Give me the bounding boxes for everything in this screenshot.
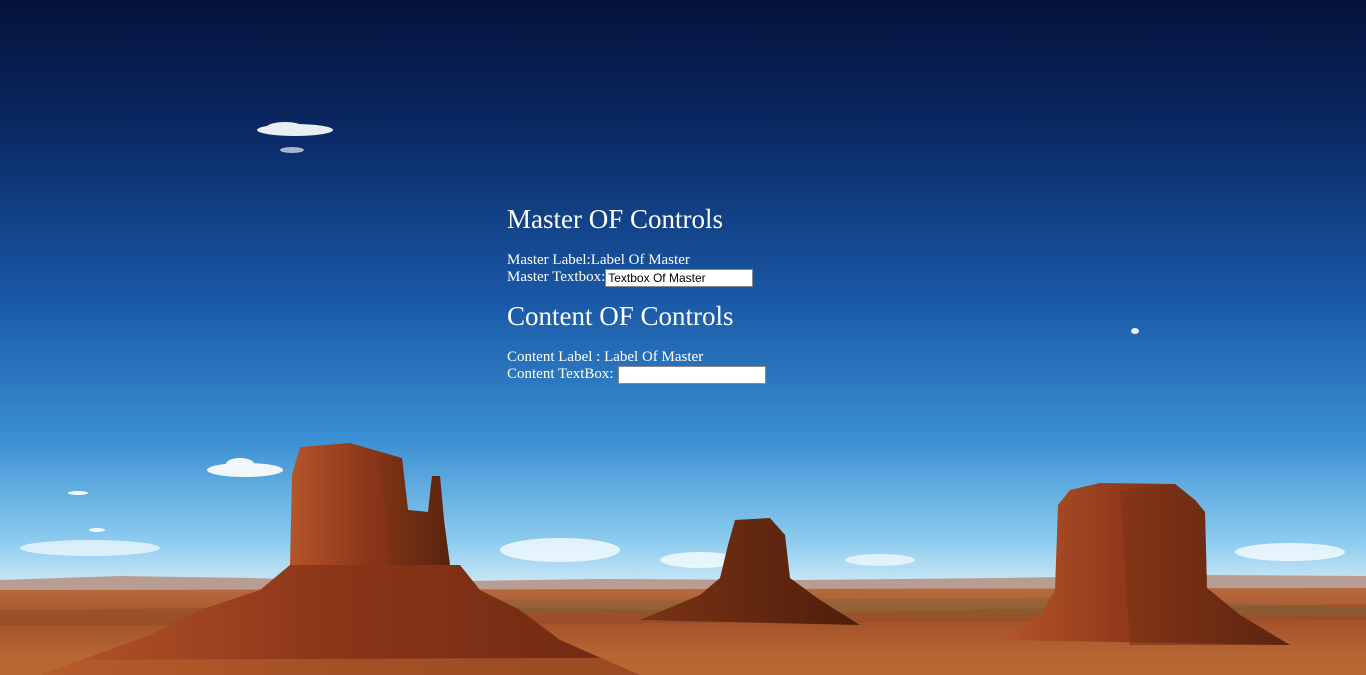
master-textbox-row: Master Textbox: [507, 268, 907, 287]
master-textbox[interactable] [605, 268, 754, 287]
content-textbox[interactable] [617, 365, 766, 384]
content-label-row: Content Label : Label Of Master [507, 349, 907, 366]
master-label-caption: Master Label: [507, 252, 591, 268]
content-label-value: Label Of Master [604, 349, 704, 365]
controls-panel: Master OF Controls Master Label: Label Of… [507, 203, 907, 384]
master-label-value: Label Of Master [590, 252, 690, 268]
content-heading: Content OF Controls [507, 301, 734, 331]
master-label-row: Master Label: Label Of Master [507, 252, 907, 269]
content-label-caption: Content Label : [507, 349, 605, 365]
content-textbox-row: Content TextBox: [507, 365, 907, 384]
content-textbox-caption: Content TextBox: [507, 366, 614, 382]
master-textbox-caption: Master Textbox: [507, 269, 606, 285]
master-heading: Master OF Controls [507, 204, 723, 234]
